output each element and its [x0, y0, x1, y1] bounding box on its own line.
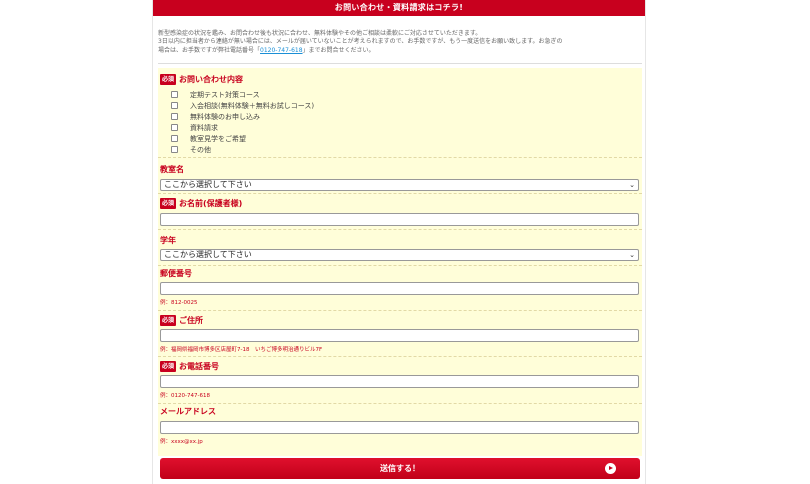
zip-example: 例：812-0025	[160, 300, 198, 306]
intro-line-3-start: 場合は、お手数ですが弊社電話番号「	[158, 46, 261, 54]
checkbox[interactable]	[171, 102, 178, 109]
checkbox[interactable]	[171, 113, 178, 120]
tel-example: 例：0120-747-618	[160, 393, 210, 399]
submit-button[interactable]: 送信する！	[160, 458, 640, 479]
section-email: メールアドレス 例：xxxx@xx.jp	[158, 404, 642, 456]
address-label: ご住所	[179, 315, 204, 325]
checkbox[interactable]	[171, 135, 178, 142]
inquiry-option-2[interactable]: 入会相談(無料体験＋無料お試しコース)	[171, 100, 314, 111]
email-label-row: メールアドレス	[160, 405, 216, 417]
intro-line-2: 3日以内に担当者から連絡が無い場合には、メールが届いていないことが考えられますの…	[158, 38, 563, 46]
inquiry-option-6[interactable]: その他	[171, 144, 211, 155]
form-header: お問い合わせ・資料請求はコチラ!	[153, 0, 645, 16]
tel-label: お電話番号	[179, 361, 220, 371]
classroom-selected-value: ここから選択して下さい	[164, 180, 252, 189]
intro-line-3-end: 」までお問合せください。	[302, 46, 375, 54]
option-label: 入会相談(無料体験＋無料お試しコース)	[190, 101, 315, 110]
grade-label: 学年	[160, 235, 176, 245]
required-badge: 必須	[160, 197, 177, 209]
phone-link[interactable]: 0120-747-618	[260, 47, 303, 54]
required-badge: 必須	[160, 314, 177, 326]
inquiry-option-3[interactable]: 無料体験のお申し込み	[171, 111, 260, 122]
chevron-down-icon: ⌄	[629, 251, 635, 259]
chevron-down-icon: ⌄	[629, 181, 635, 189]
form-body: 必須 お問い合わせ内容 定期テスト対策コース 入会相談(無料体験＋無料お試しコー…	[158, 68, 642, 456]
option-label: 定期テスト対策コース	[190, 90, 260, 99]
play-arrow-icon	[605, 463, 616, 474]
intro-line-3: 場合は、お手数ですが弊社電話番号「0120-747-618」までお問合せください…	[158, 47, 642, 55]
checkbox[interactable]	[171, 146, 178, 153]
email-example: 例：xxxx@xx.jp	[160, 439, 203, 445]
section-inquiry: 必須 お問い合わせ内容 定期テスト対策コース 入会相談(無料体験＋無料お試しコー…	[158, 68, 642, 158]
grade-label-row: 学年	[160, 234, 176, 246]
checkbox[interactable]	[171, 124, 178, 131]
required-badge: 必須	[160, 73, 177, 85]
section-tel: 必須 お電話番号 例：0120-747-618	[158, 357, 642, 404]
classroom-select[interactable]: ここから選択して下さい ⌄	[160, 179, 639, 191]
section-grade: 学年 ここから選択して下さい ⌄	[158, 230, 642, 266]
inquiry-label: お問い合わせ内容	[179, 74, 244, 84]
required-badge: 必須	[160, 360, 177, 372]
checkbox[interactable]	[171, 91, 178, 98]
inquiry-option-4[interactable]: 資料請求	[171, 122, 218, 133]
classroom-label-row: 教室名	[160, 163, 184, 175]
inquiry-option-1[interactable]: 定期テスト対策コース	[171, 89, 260, 100]
divider	[158, 63, 642, 64]
classroom-label: 教室名	[160, 164, 184, 174]
intro-text: 新型感染症の状況を鑑み、お問合わせ後も状況に合わせ、無料体験やその他ご相談は柔軟…	[158, 30, 642, 55]
email-label: メールアドレス	[160, 406, 216, 416]
option-label: 無料体験のお申し込み	[190, 112, 260, 121]
address-example: 例：福岡県福岡市博多区店屋町7-18 いちご博多明治通りビル7F	[160, 347, 323, 353]
zip-input[interactable]	[160, 282, 639, 295]
tel-input[interactable]	[160, 375, 639, 388]
address-label-row: 必須 ご住所	[160, 314, 203, 326]
address-input[interactable]	[160, 329, 639, 342]
tel-label-row: 必須 お電話番号	[160, 360, 219, 372]
email-input[interactable]	[160, 421, 639, 434]
option-label: その他	[190, 145, 211, 154]
name-input[interactable]	[160, 213, 639, 226]
grade-select[interactable]: ここから選択して下さい ⌄	[160, 249, 639, 261]
name-label: お名前(保護者様)	[179, 198, 243, 208]
name-label-row: 必須 お名前(保護者様)	[160, 197, 242, 209]
grade-selected-value: ここから選択して下さい	[164, 250, 252, 259]
option-label: 資料請求	[190, 123, 218, 132]
zip-label: 郵便番号	[160, 268, 192, 278]
contact-form-panel: お問い合わせ・資料請求はコチラ! 新型感染症の状況を鑑み、お問合わせ後も状況に合…	[152, 0, 646, 484]
submit-label: 送信する！	[380, 464, 420, 473]
option-label: 教室見学をご希望	[190, 134, 246, 143]
section-classroom: 教室名 ここから選択して下さい ⌄	[158, 158, 642, 194]
inquiry-option-5[interactable]: 教室見学をご希望	[171, 133, 246, 144]
zip-label-row: 郵便番号	[160, 267, 192, 279]
section-address: 必須 ご住所 例：福岡県福岡市博多区店屋町7-18 いちご博多明治通りビル7F	[158, 311, 642, 357]
inquiry-label-row: 必須 お問い合わせ内容	[160, 73, 243, 85]
section-zip: 郵便番号 例：812-0025	[158, 266, 642, 311]
section-name: 必須 お名前(保護者様)	[158, 194, 642, 230]
